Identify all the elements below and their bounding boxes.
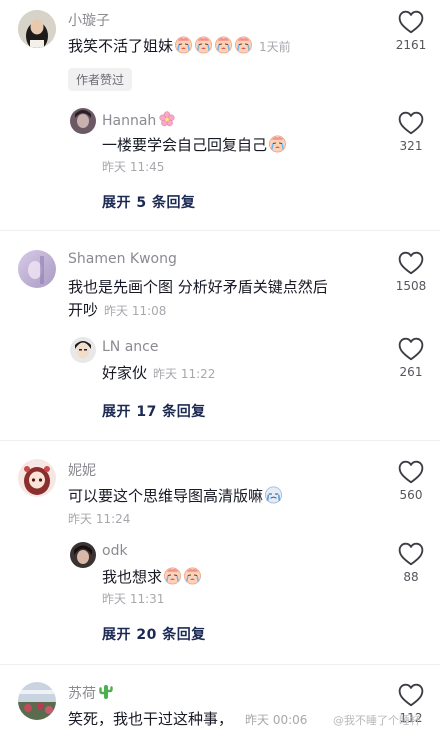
avatar[interactable] xyxy=(18,459,56,497)
divider xyxy=(0,230,440,231)
crying-face-emoji xyxy=(194,35,213,54)
expand-replies-button[interactable]: 展开 20 条回复 xyxy=(102,624,206,644)
divider xyxy=(0,440,440,441)
heart-outline-icon[interactable] xyxy=(398,337,424,361)
heart-outline-icon[interactable] xyxy=(398,460,424,484)
avatar[interactable] xyxy=(70,337,96,363)
reply-author[interactable]: LN ance xyxy=(102,339,159,355)
avatar[interactable] xyxy=(18,250,56,288)
like-count: 321 xyxy=(399,139,423,153)
cherry-blossom-emoji xyxy=(159,111,175,127)
heart-outline-icon[interactable] xyxy=(398,111,424,135)
reply-author-row: Hannah xyxy=(102,111,175,129)
reply-time: 昨天 11:31 xyxy=(102,592,165,606)
comment-time: 昨天 11:24 xyxy=(68,512,131,526)
crying-face-emoji xyxy=(234,35,253,54)
avatar[interactable] xyxy=(18,682,56,720)
like-count: 261 xyxy=(399,365,423,379)
divider xyxy=(0,664,440,665)
comment-time: 1天前 xyxy=(259,40,291,54)
comment-text: 我也是先画个图 分析好矛盾关键点然后 xyxy=(68,278,328,296)
heart-outline-icon[interactable] xyxy=(398,251,424,275)
crying-face-emoji xyxy=(183,566,202,585)
like-count: 88 xyxy=(403,570,419,584)
comment-text-continued: 开吵 xyxy=(68,301,99,319)
reply-text-row: 我也想求 xyxy=(102,566,202,588)
heart-outline-icon[interactable] xyxy=(398,683,424,707)
comment-text: 我笑不活了姐妹 xyxy=(68,37,174,55)
crying-face-emoji xyxy=(264,485,283,504)
crying-face-emoji xyxy=(163,566,182,585)
comment-author-row: 苏荷 xyxy=(68,683,113,703)
avatar[interactable] xyxy=(70,542,96,568)
like-count: 1508 xyxy=(395,279,427,293)
comment-text-row: 可以要这个思维导图高清版嘛 xyxy=(68,485,368,507)
expand-replies-button[interactable]: 展开 5 条回复 xyxy=(102,192,196,212)
comment-text-row: 我笑不活了姐妹 1天前 xyxy=(68,35,368,58)
comment-author[interactable]: Shamen Kwong xyxy=(68,251,177,267)
reply-text: 好家伙 xyxy=(102,364,148,382)
heart-outline-icon[interactable] xyxy=(398,542,424,566)
comment-text-row: 笑死，我也干过这种事， 昨天 00:06 xyxy=(68,708,368,731)
comment-author[interactable]: 苏荷 xyxy=(68,686,96,702)
reply-time: 昨天 11:45 xyxy=(102,160,165,174)
like-count: 2161 xyxy=(395,38,427,52)
comment-text: 笑死，我也干过这种事， xyxy=(68,710,234,728)
expand-replies-button[interactable]: 展开 17 条回复 xyxy=(102,401,206,421)
crying-face-emoji xyxy=(214,35,233,54)
reply-text-row: 好家伙 昨天 11:22 xyxy=(102,362,215,385)
comment-text-row: 开吵 昨天 11:08 xyxy=(68,299,166,322)
author-liked-tag: 作者赞过 xyxy=(68,68,133,91)
heart-outline-icon[interactable] xyxy=(398,10,424,34)
watermark: @我不睡了个睡杯 xyxy=(333,714,421,727)
comment-time: 昨天 11:08 xyxy=(104,304,167,318)
comment-author[interactable]: 小璇子 xyxy=(68,10,110,30)
reply-author[interactable]: Hannah xyxy=(102,113,156,129)
reply-text: 一楼要学会自己回复自己 xyxy=(102,136,268,154)
avatar[interactable] xyxy=(70,108,96,134)
crying-face-emoji xyxy=(174,35,193,54)
crying-face-emoji xyxy=(268,134,287,153)
comment-author[interactable]: 妮妮 xyxy=(68,460,96,480)
reply-text-row: 一楼要学会自己回复自己 xyxy=(102,134,362,156)
comment-time: 昨天 00:06 xyxy=(245,713,308,727)
like-count: 560 xyxy=(399,488,423,502)
reply-text: 我也想求 xyxy=(102,568,163,586)
reply-time: 昨天 11:22 xyxy=(153,367,216,381)
comment-text: 可以要这个思维导图高清版嘛 xyxy=(68,487,264,505)
avatar[interactable] xyxy=(18,10,56,48)
cactus-emoji xyxy=(99,684,113,700)
reply-author[interactable]: odk xyxy=(102,543,128,559)
